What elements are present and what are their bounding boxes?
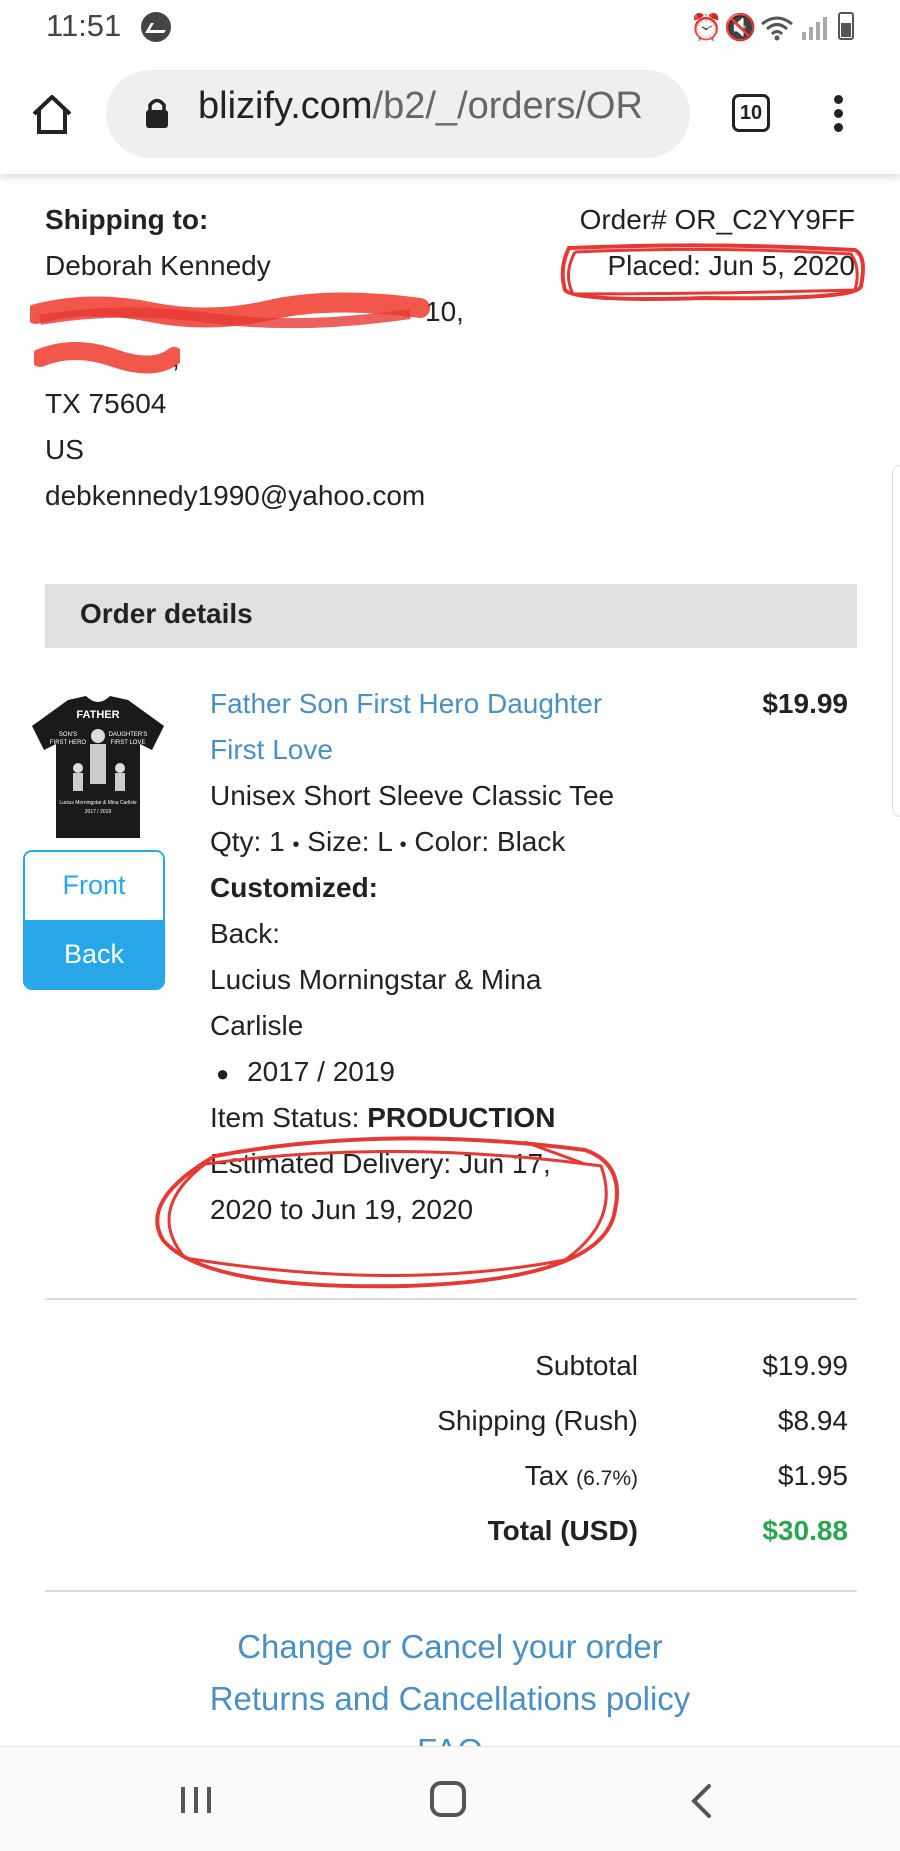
- redaction-scribble: [30, 292, 430, 329]
- total-label: Total (USD): [487, 1515, 638, 1546]
- shirt-print-top: FATHER: [76, 709, 119, 721]
- item-size: Size: L: [307, 826, 392, 857]
- shipping-country: US: [45, 434, 84, 465]
- url-text[interactable]: blizify.com/b2/_/orders/OR: [198, 85, 678, 128]
- item-status-label: Item Status:: [210, 1102, 360, 1133]
- tax-rate: (6.7%): [576, 1467, 638, 1490]
- tax-value: $1.95: [777, 1460, 848, 1491]
- back-button[interactable]: Back: [25, 920, 163, 988]
- order-details-header: Order details: [45, 584, 857, 648]
- signal-icon: [802, 17, 827, 40]
- total-value: $30.88: [762, 1515, 848, 1546]
- shipping-email: debkennedy1990@yahoo.com: [45, 480, 426, 511]
- status-time: 11:51: [46, 8, 122, 43]
- image-side-toggle: Front Back: [23, 850, 165, 990]
- change-cancel-link[interactable]: Change or Cancel your order: [0, 1628, 900, 1666]
- divider: [45, 1590, 857, 1592]
- svg-text:DAUGHTER'S: DAUGHTER'S: [109, 732, 148, 738]
- product-type: Unisex Short Sleeve Classic Tee: [210, 780, 615, 811]
- shipping-name: Deborah Kennedy: [45, 250, 271, 281]
- item-options: Qty: 1 • Size: L • Color: Black: [210, 826, 566, 857]
- custom-names: Lucius Morningstar & Mina: [210, 964, 542, 995]
- shipping-heading: Shipping to:: [45, 204, 209, 235]
- messenger-icon: [141, 12, 171, 42]
- shipping-address-suffix: 10,: [425, 296, 464, 327]
- shipping-state-zip: TX 75604: [45, 388, 167, 419]
- custom-names-line2: Carlisle: [210, 1010, 304, 1041]
- url-path: /b2/_/orders/OR: [372, 85, 643, 127]
- wifi-icon: [761, 16, 793, 41]
- home-icon[interactable]: [30, 92, 74, 136]
- home-nav-icon[interactable]: [430, 1781, 466, 1817]
- subtotal-value: $19.99: [762, 1350, 848, 1381]
- bullet-icon: ●: [216, 1061, 230, 1086]
- alarm-icon: ⏰: [690, 12, 723, 42]
- battery-icon: [838, 12, 854, 40]
- svg-text:2017 / 2019: 2017 / 2019: [85, 809, 112, 815]
- menu-icon[interactable]: [826, 92, 850, 136]
- item-qty: Qty: 1: [210, 826, 285, 857]
- redaction-scribble: [34, 342, 180, 374]
- product-title-link-line2[interactable]: First Love: [210, 734, 333, 766]
- custom-years: 2017 / 2019: [247, 1056, 395, 1087]
- annotation-rectangle: [560, 243, 865, 301]
- recent-apps-icon[interactable]: [178, 1785, 214, 1815]
- returns-policy-link[interactable]: Returns and Cancellations policy: [0, 1680, 900, 1718]
- status-bar: 11:51 ⏰ 🔇: [0, 0, 900, 56]
- item-status-value: PRODUCTION: [367, 1102, 556, 1133]
- svg-text:FIRST HERO: FIRST HERO: [50, 740, 87, 746]
- mute-icon: 🔇: [724, 12, 757, 42]
- svg-text:Lucius Morningstar & Mina Carl: Lucius Morningstar & Mina Carlisle: [59, 800, 136, 806]
- browser-toolbar: blizify.com/b2/_/orders/OR 10: [0, 56, 900, 174]
- scroll-handle[interactable]: [892, 465, 900, 817]
- back-nav-icon[interactable]: [688, 1783, 714, 1819]
- customized-label: Customized:: [210, 872, 378, 903]
- lock-icon: [146, 98, 168, 128]
- android-nav-bar: [0, 1746, 900, 1851]
- product-title-link[interactable]: Father Son First Hero Daughter: [210, 688, 602, 720]
- url-domain: blizify.com: [198, 85, 373, 127]
- custom-years-bullet: ● 2017 / 2019: [216, 1056, 395, 1088]
- shipping-label: Shipping (Rush): [437, 1405, 638, 1436]
- divider: [45, 1298, 857, 1300]
- front-button[interactable]: Front: [25, 852, 163, 920]
- svg-text:SON'S: SON'S: [59, 732, 77, 738]
- annotation-ellipse: [155, 1136, 619, 1289]
- item-price: $19.99: [762, 688, 848, 719]
- order-number: Order# OR_C2YY9FF: [579, 204, 855, 235]
- shipping-value: $8.94: [777, 1405, 848, 1436]
- tax-label: Tax: [524, 1460, 569, 1491]
- tabs-button[interactable]: 10: [732, 94, 770, 132]
- product-image[interactable]: FATHER SON'S FIRST HERO DAUGHTER'S FIRST…: [28, 692, 168, 842]
- svg-text:FIRST LOVE: FIRST LOVE: [111, 740, 146, 746]
- item-color: Color: Black: [414, 826, 566, 857]
- subtotal-label: Subtotal: [535, 1350, 638, 1381]
- tax-label-row: Tax (6.7%): [300, 1460, 638, 1492]
- order-details-heading: Order details: [80, 598, 253, 629]
- custom-side: Back:: [210, 918, 281, 949]
